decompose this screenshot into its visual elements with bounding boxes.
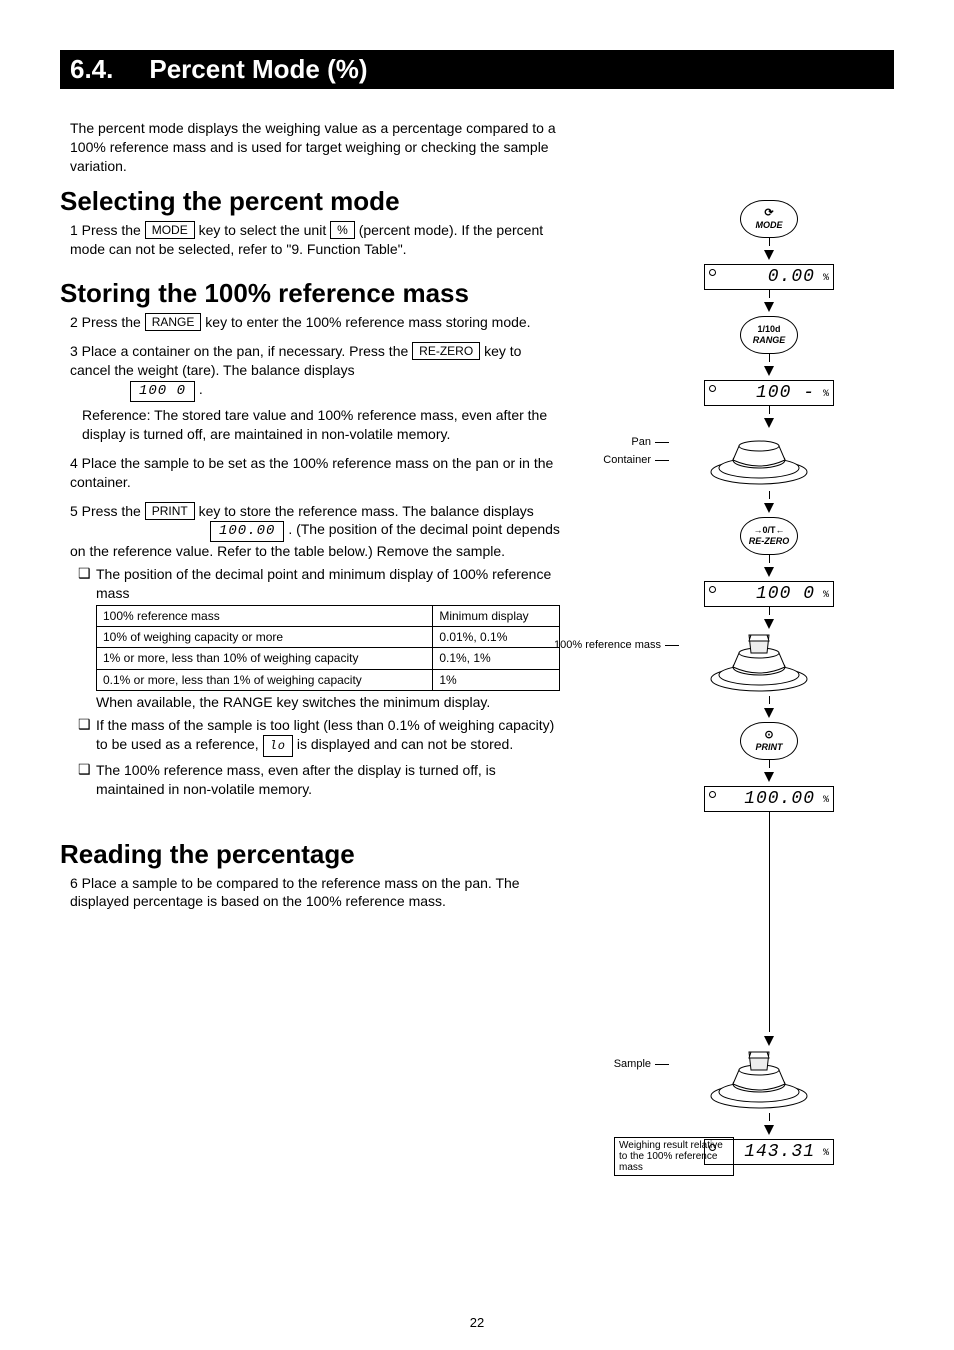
r1a: 10% of weighing capacity or more (97, 627, 433, 648)
rezero-sym: →0/T← (753, 526, 784, 535)
lcd-10000: 100.00% (704, 786, 834, 812)
mode-sym: ⟳ (764, 208, 773, 219)
pan-container-icon (699, 432, 819, 488)
s2b: key to enter the 100% reference mass sto… (205, 314, 530, 330)
lcd-000: 0.00% (704, 264, 834, 290)
arrow-down-icon (764, 708, 774, 718)
note-bullet-3: ❑ (78, 761, 96, 799)
arrow-down-icon (764, 1125, 774, 1135)
note-3: The 100% reference mass, even after the … (96, 761, 560, 799)
rezero-key: RE-ZERO (412, 342, 480, 360)
pan-label: Pan (631, 436, 669, 448)
step-1: 1 Press the MODE key to select the unit … (70, 221, 560, 259)
heading-store: Storing the 100% reference mass (60, 278, 560, 309)
r3b: 1% (433, 669, 560, 690)
range-lbl: RANGE (753, 335, 786, 345)
heading-select: Selecting the percent mode (60, 186, 560, 217)
th2: Minimum display (433, 606, 560, 627)
section-header: 6.4. Percent Mode (%) (60, 50, 894, 89)
print-key: PRINT (145, 502, 195, 520)
s5c: . (The position of the decimal point dep… (70, 521, 560, 559)
display-lo: lo (263, 735, 293, 757)
flow-diagram: ⟳ MODE 0.00% 1/10d RANGE 100 -% Pan Cont… (644, 200, 894, 1165)
s5b: key to store the reference mass. The bal… (199, 503, 534, 519)
display-10000: 100.00 (210, 521, 284, 542)
s3a: 3 Place a container on the pan, if neces… (70, 343, 412, 359)
note1a: The position of the decimal point and mi… (96, 566, 551, 601)
arrow-down-icon (764, 619, 774, 629)
r2b: 0.1%, 1% (433, 648, 560, 669)
rezero-button-icon: →0/T← RE-ZERO (740, 517, 798, 555)
r2a: 1% or more, less than 10% of weighing ca… (97, 648, 433, 669)
rezero-lbl: RE-ZERO (749, 536, 790, 546)
arrow-down-icon (764, 418, 774, 428)
step-3: 3 Place a container on the pan, if neces… (70, 342, 560, 443)
s2a: 2 Press the (70, 314, 145, 330)
th1: 100% reference mass (97, 606, 433, 627)
arrow-down-icon (764, 1036, 774, 1046)
note-2: If the mass of the sample is too light (… (96, 716, 560, 757)
range-key: RANGE (145, 313, 202, 331)
intro-text: The percent mode displays the weighing v… (70, 119, 560, 176)
reference-mass-label: 100% reference mass (554, 639, 679, 651)
arrow-down-icon (764, 250, 774, 260)
arrow-down-icon (764, 302, 774, 312)
print-lbl: PRINT (756, 742, 783, 752)
pan-reference-icon (699, 633, 819, 693)
display-100-0: 100 0 (130, 381, 195, 402)
note-bullet-2: ❑ (78, 716, 96, 757)
container-label: Container (603, 454, 669, 466)
step3-reference: Reference: The stored tare value and 100… (82, 406, 560, 444)
lcd-100-dash: 100 -% (704, 380, 834, 406)
pan-sample-icon (699, 1050, 819, 1110)
step-2: 2 Press the RANGE key to enter the 100% … (70, 313, 560, 332)
heading-read: Reading the percentage (60, 839, 560, 870)
s5a: 5 Press the (70, 503, 145, 519)
lcd-14331: 143.31% (704, 1139, 834, 1165)
sample-label: Sample (614, 1058, 669, 1070)
note-bullet-1: ❑ (78, 565, 96, 711)
print-sym: ⊙ (764, 730, 773, 741)
r3a: 0.1% or more, less than 1% of weighing c… (97, 669, 433, 690)
r1b: 0.01%, 0.1% (433, 627, 560, 648)
lcd-100-0: 100 0% (704, 581, 834, 607)
range-top: 1/10d (757, 325, 780, 334)
step1-a: 1 Press the (70, 222, 145, 238)
step-4: 4 Place the sample to be set as the 100%… (70, 454, 560, 492)
decimal-table: 100% reference massMinimum display 10% o… (96, 605, 560, 691)
page-number: 22 (0, 1315, 954, 1330)
mode-key: MODE (145, 221, 195, 239)
section-title: Percent Mode (%) (149, 54, 367, 84)
note-1: The position of the decimal point and mi… (96, 565, 560, 711)
arrow-down-icon (764, 503, 774, 513)
note1b: When available, the RANGE key switches t… (96, 693, 560, 712)
arrow-down-icon (764, 567, 774, 577)
s3c: . (199, 381, 203, 397)
range-button-icon: 1/10d RANGE (740, 316, 798, 354)
step-6: 6 Place a sample to be compared to the r… (70, 874, 560, 912)
percent-key: % (330, 221, 355, 239)
print-button-icon: ⊙ PRINT (740, 722, 798, 760)
step-5: 5 Press the PRINT key to store the refer… (70, 502, 560, 562)
arrow-down-icon (764, 366, 774, 376)
section-number: 6.4. (70, 54, 113, 84)
mode-lbl: MODE (756, 220, 783, 230)
step1-b: key to select the unit (199, 222, 331, 238)
mode-button-icon: ⟳ MODE (740, 200, 798, 238)
note2b: is displayed and can not be stored. (297, 736, 513, 752)
arrow-down-icon (764, 772, 774, 782)
